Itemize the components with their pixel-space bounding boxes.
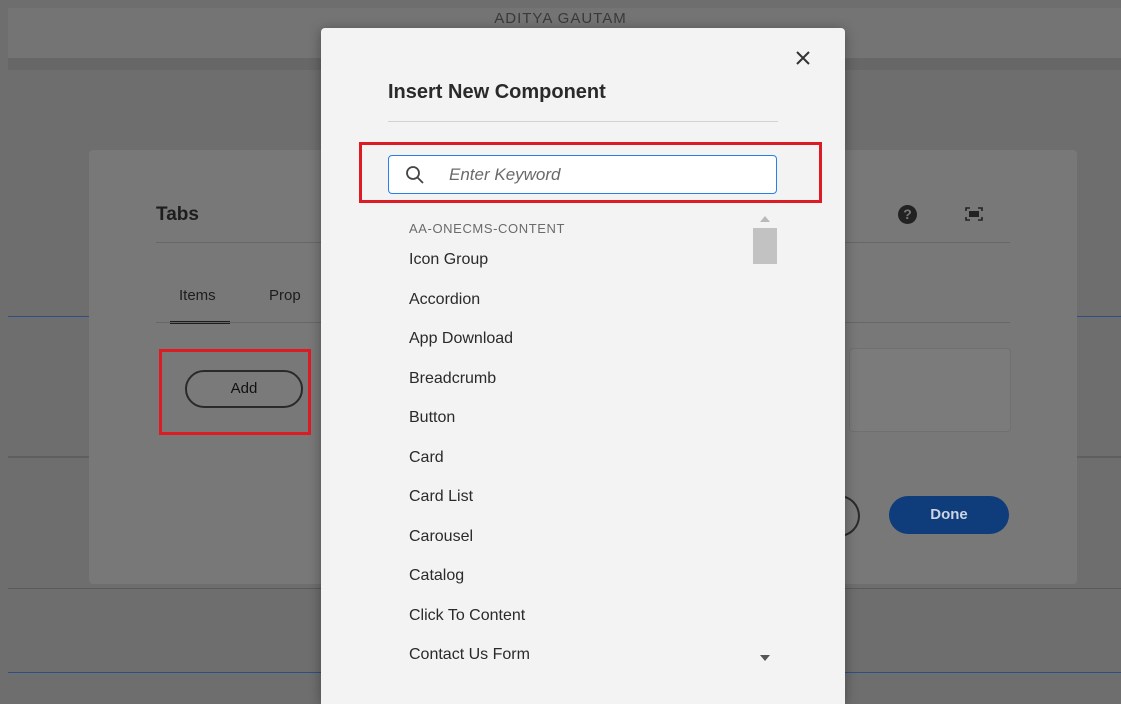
close-icon[interactable]	[791, 46, 815, 70]
search-field[interactable]	[388, 155, 777, 194]
tabs-dialog-title: Tabs	[156, 204, 199, 225]
insert-component-modal: Insert New Component AA-ONECMS-CONTENT I…	[321, 28, 845, 704]
scroll-down-arrow-icon[interactable]	[760, 655, 770, 661]
divider	[388, 121, 778, 122]
list-item[interactable]: Click To Content	[409, 606, 530, 646]
page-divider-left	[8, 316, 98, 317]
add-button[interactable]: Add	[185, 370, 303, 408]
list-item[interactable]: Carousel	[409, 527, 530, 567]
modal-title: Insert New Component	[388, 81, 606, 103]
list-item[interactable]: Contact Us Form	[409, 645, 530, 662]
help-icon[interactable]: ?	[898, 205, 917, 224]
list-item[interactable]: Card List	[409, 487, 530, 527]
fullscreen-icon[interactable]	[965, 207, 983, 221]
list-item[interactable]: Button	[409, 408, 530, 448]
page-divider-bottom-right	[845, 672, 1121, 673]
item-field[interactable]	[849, 348, 1011, 432]
page-divider-bottom-left	[8, 672, 321, 673]
scroll-thumb[interactable]	[753, 228, 777, 264]
list-item[interactable]: App Download	[409, 329, 530, 369]
scroll-up-arrow-icon[interactable]	[760, 216, 770, 222]
group-header: AA-ONECMS-CONTENT	[409, 221, 566, 236]
tab-items[interactable]: Items	[179, 287, 216, 304]
page-divider-right	[1077, 316, 1121, 317]
user-name: ADITYA GAUTAM	[494, 10, 627, 27]
tab-properties[interactable]: Prop	[269, 287, 301, 304]
component-list: AA-ONECMS-CONTENT Icon Group Accordion A…	[388, 210, 778, 662]
done-button[interactable]: Done	[889, 496, 1009, 534]
search-input[interactable]	[449, 156, 769, 193]
list-item[interactable]: Icon Group	[409, 250, 530, 290]
list-scrollbar[interactable]	[752, 216, 778, 661]
list-item[interactable]: Breadcrumb	[409, 369, 530, 409]
search-icon	[406, 166, 424, 184]
list-item[interactable]: Accordion	[409, 290, 530, 330]
list-item[interactable]: Card	[409, 448, 530, 488]
list-item[interactable]: Catalog	[409, 566, 530, 606]
